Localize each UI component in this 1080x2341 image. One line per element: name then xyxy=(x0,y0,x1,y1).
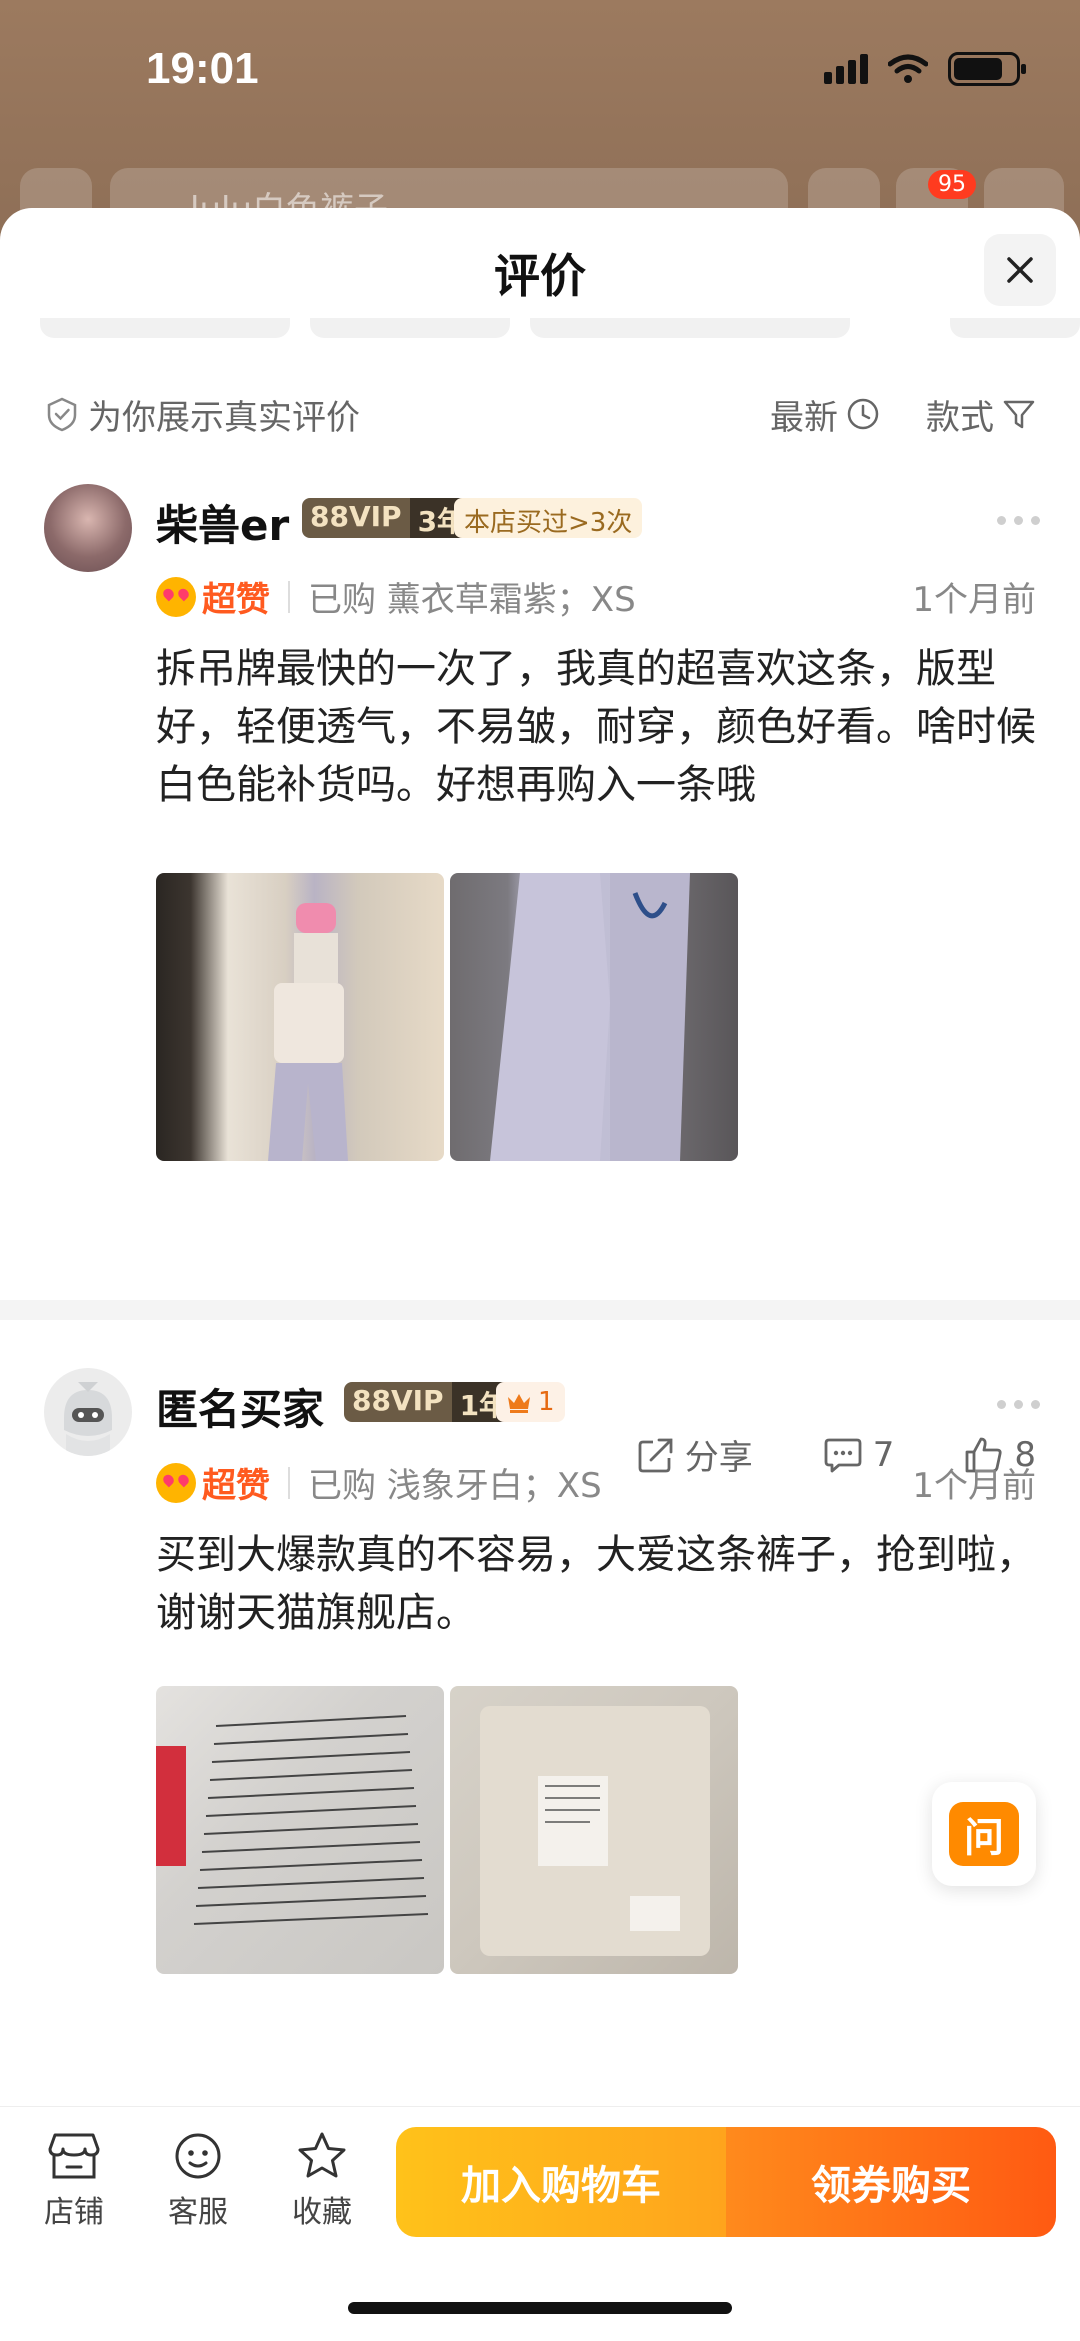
ask-label: 问 xyxy=(949,1802,1019,1866)
divider xyxy=(288,580,290,613)
purchase-variant: 已购 浅象牙白；XS xyxy=(308,1466,602,1506)
battery-icon xyxy=(948,52,1026,86)
home-indicator xyxy=(348,2302,732,2314)
clock-icon xyxy=(847,398,879,430)
review-photo[interactable] xyxy=(156,873,444,1161)
review-photo[interactable] xyxy=(450,873,738,1161)
verified-shield-icon xyxy=(47,397,77,432)
review-divider xyxy=(0,1300,1080,1320)
more-options-icon[interactable] xyxy=(997,516,1040,525)
heart-eyes-icon xyxy=(156,1462,196,1503)
review-photo[interactable] xyxy=(156,1686,444,1974)
shop-button[interactable]: 店铺 xyxy=(24,2131,124,2231)
wifi-icon xyxy=(888,54,928,83)
sort-label: 最新 xyxy=(770,397,838,438)
crown-icon xyxy=(508,1394,530,1413)
review-meta: 超赞 已购 薰衣草霜紫；XS 1个月前 xyxy=(156,572,1036,621)
real-reviews-label: 为你展示真实评价 xyxy=(88,397,360,438)
review-date: 1个月前 xyxy=(912,1466,1036,1506)
sheet-title: 评价 xyxy=(494,249,586,303)
shop-label: 店铺 xyxy=(44,2195,104,2230)
reviews-sheet: 评价 为你展示真实评价 最新 款式 柴兽er 88VIP 3年 本店买过>3次 … xyxy=(0,208,1080,2341)
divider xyxy=(288,1466,290,1499)
ask-question-button[interactable]: 问 xyxy=(932,1782,1036,1886)
rating-label: 超赞 xyxy=(202,580,270,620)
real-reviews-notice: 为你展示真实评价 xyxy=(44,390,770,439)
review-text: 买到大爆款真的不容易，大爱这条裤子，抢到啦，谢谢天猫旗舰店。 xyxy=(156,1532,1036,1636)
rating-badge: 超赞 xyxy=(156,1458,270,1507)
filter-row: 为你展示真实评价 最新 款式 xyxy=(44,384,1036,444)
vip-label: 88VIP xyxy=(302,498,410,538)
close-icon xyxy=(1007,257,1033,283)
buy-with-coupon-button[interactable]: 领券购买 xyxy=(726,2127,1056,2237)
avatar[interactable] xyxy=(44,1368,132,1456)
username: 柴兽er xyxy=(156,501,290,550)
sort-latest-button[interactable]: 最新 xyxy=(770,390,880,439)
status-time: 19:01 xyxy=(146,44,259,93)
style-filter-button[interactable]: 款式 xyxy=(926,390,1036,439)
close-button[interactable] xyxy=(984,234,1056,306)
review-date: 1个月前 xyxy=(912,580,1036,620)
star-icon xyxy=(298,2132,346,2178)
style-label: 款式 xyxy=(926,397,994,438)
favorite-button[interactable]: 收藏 xyxy=(272,2131,372,2231)
rating-badge: 超赞 xyxy=(156,572,270,621)
review-text: 拆吊牌最快的一次了，我真的超喜欢这条，版型好，轻便透气，不易皱，耐穿，颜色好看。… xyxy=(156,646,1036,808)
status-bar: 19:01 xyxy=(0,0,1080,140)
favorite-label: 收藏 xyxy=(292,2195,352,2230)
filter-funnel-icon xyxy=(1003,400,1035,429)
customer-service-button[interactable]: 客服 xyxy=(148,2131,248,2231)
review-meta: 超赞 已购 浅象牙白；XS 1个月前 xyxy=(156,1458,1036,1507)
repeat-buyer-tag: 本店买过>3次 xyxy=(454,498,643,538)
more-options-icon[interactable] xyxy=(997,1400,1040,1409)
service-label: 客服 xyxy=(168,2195,228,2230)
crown-level-tag: 1 xyxy=(496,1382,565,1422)
cellular-signal-icon xyxy=(824,54,868,84)
vip-badge: 88VIP 3年 xyxy=(302,498,474,538)
username: 匿名买家 xyxy=(156,1385,325,1434)
status-icons xyxy=(824,52,1026,86)
cart-badge: 95 xyxy=(928,170,976,199)
review-photo[interactable] xyxy=(450,1686,738,1974)
tag-strip xyxy=(40,318,1080,342)
vip-label: 88VIP xyxy=(344,1382,452,1422)
store-icon xyxy=(48,2133,100,2179)
crown-count: 1 xyxy=(538,1387,555,1417)
avatar[interactable] xyxy=(44,484,132,572)
customer-service-icon xyxy=(175,2133,221,2179)
rating-label: 超赞 xyxy=(202,1466,270,1506)
purchase-variant: 已购 薰衣草霜紫；XS xyxy=(308,580,636,620)
vip-badge: 88VIP 1年 xyxy=(344,1382,516,1422)
add-to-cart-button[interactable]: 加入购物车 xyxy=(396,2127,726,2237)
heart-eyes-icon xyxy=(156,576,196,617)
